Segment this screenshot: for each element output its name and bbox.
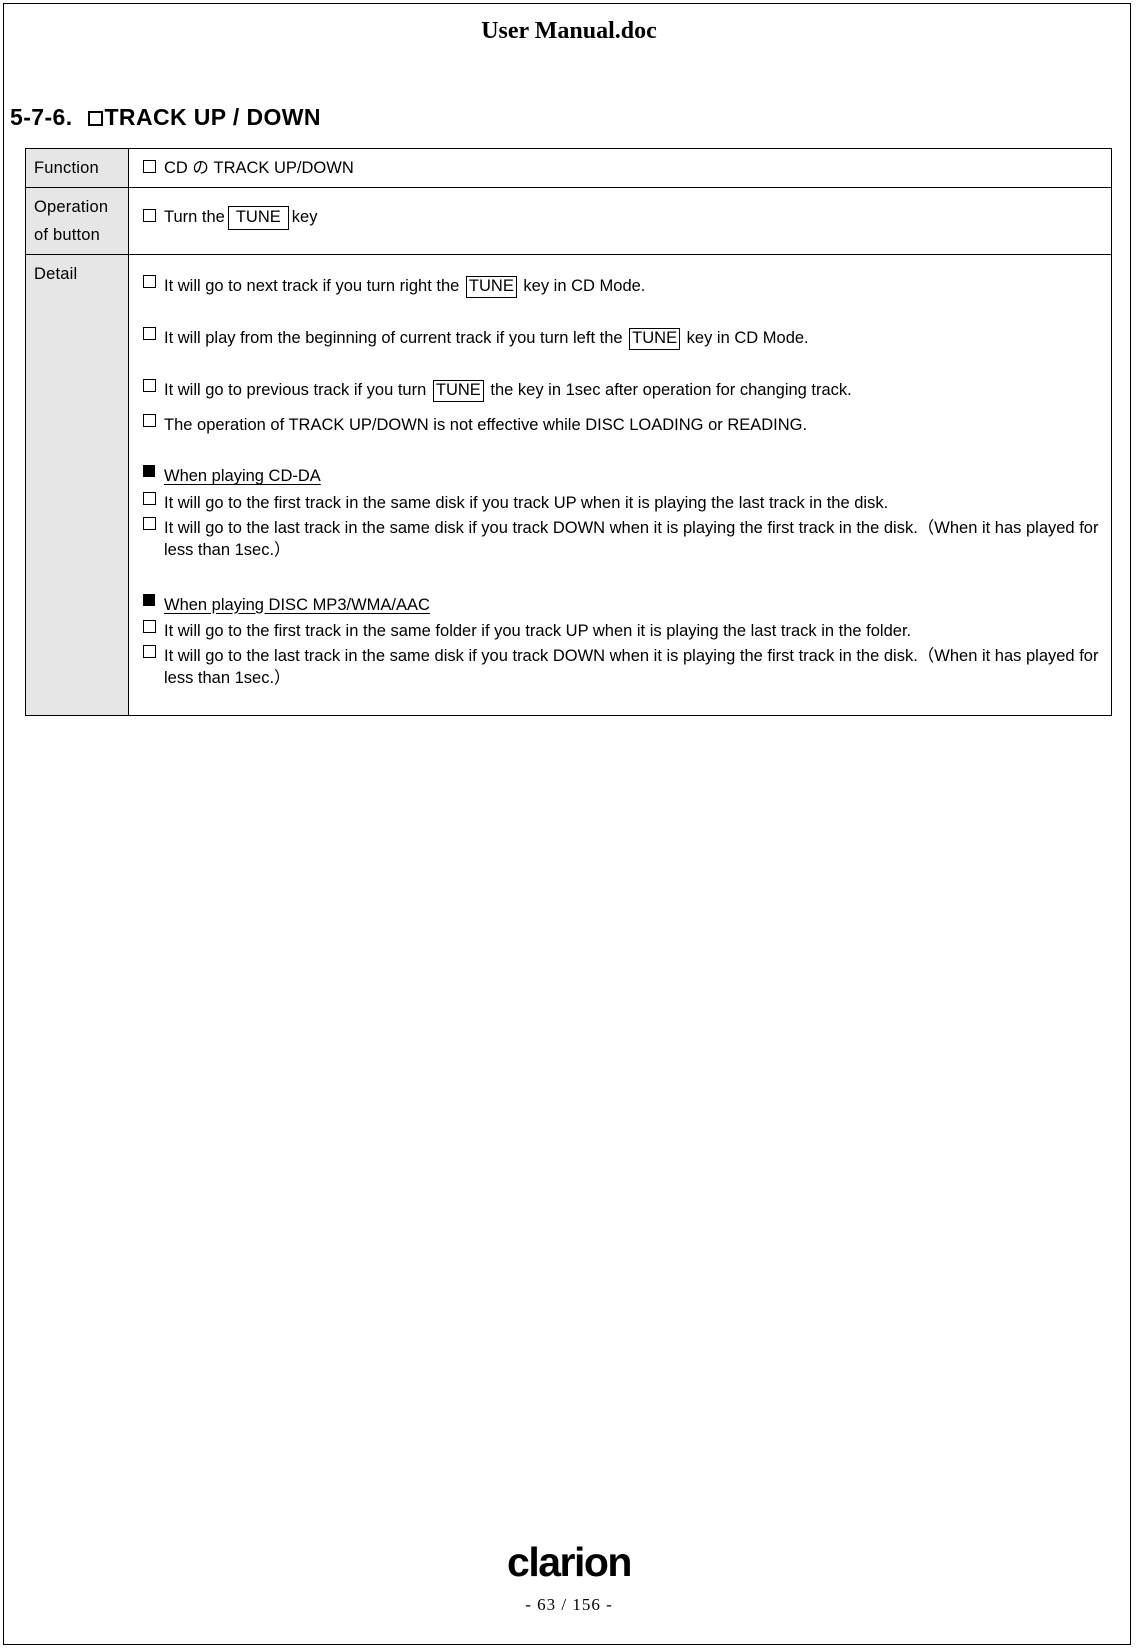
detail-item-1-text: It will go to next track if you turn rig… — [164, 275, 1099, 299]
row-label-operation-line1: Operation — [34, 198, 109, 217]
document-title: User Manual.doc — [481, 18, 657, 44]
filled-square-bullet-icon — [143, 465, 155, 478]
detail-group-1-header: When playing CD-DA — [143, 465, 1099, 487]
function-item-text: CD の TRACK UP/DOWN — [164, 159, 354, 177]
row-label-function: Function — [25, 147, 129, 189]
detail-item-3: It will go to previous track if you turn… — [143, 379, 1099, 403]
table-row-function: Function CD の TRACK UP/DOWN — [25, 147, 1112, 189]
section-number: 5-7-6. — [10, 104, 73, 130]
tune-key-box[interactable]: TUNE — [465, 276, 517, 299]
row-label-operation-line2: of button — [34, 226, 101, 245]
detail-item-2: It will play from the beginning of curre… — [143, 327, 1099, 351]
row-content-operation: Turn the TUNE key — [128, 187, 1112, 256]
empty-checkbox-icon — [143, 160, 156, 173]
detail-group-1-item-2-text: It will go to the last track in the same… — [164, 518, 1099, 560]
detail-group-2-item-2-text: It will go to the last track in the same… — [164, 647, 1099, 688]
detail-group-1-title: When playing CD-DA — [164, 467, 321, 486]
empty-checkbox-icon — [143, 619, 156, 633]
detail-item-3-text: It will go to previous track if you turn… — [164, 379, 1099, 403]
detail-group-2-item-2: It will go to the last track in the same… — [143, 645, 1099, 690]
detail-item-2-before: It will play from the beginning of curre… — [164, 329, 623, 348]
tune-key-box[interactable]: TUNE — [227, 206, 289, 231]
empty-checkbox-icon — [143, 327, 156, 341]
function-item: CD の TRACK UP/DOWN — [129, 149, 1111, 187]
page-number: - 63 / 156 - — [525, 1595, 613, 1614]
row-label-detail: Detail — [25, 254, 129, 716]
operation-text-before: Turn the — [164, 208, 225, 227]
empty-checkbox-icon — [88, 111, 104, 126]
empty-checkbox-icon — [143, 645, 156, 659]
detail-item-3-before: It will go to previous track if you turn — [164, 381, 427, 400]
row-content-detail: It will go to next track if you turn rig… — [128, 254, 1112, 716]
detail-group-1-item-1: It will go to the first track in the sam… — [143, 491, 1099, 514]
detail-group-1-item-2: It will go to the last track in the same… — [143, 516, 1099, 562]
tune-key-box[interactable]: TUNE — [629, 328, 681, 351]
empty-checkbox-icon — [143, 414, 156, 428]
empty-checkbox-icon — [143, 209, 156, 223]
detail-body: It will go to next track if you turn rig… — [129, 255, 1111, 714]
table-row-detail: Detail It will go to next track if you t… — [25, 254, 1112, 716]
detail-group-2-title: When playing DISC MP3/WMA/AAC — [164, 595, 430, 614]
detail-item-4-text: The operation of TRACK UP/DOWN is not ef… — [164, 416, 808, 435]
detail-item-1-before: It will go to next track if you turn rig… — [164, 277, 460, 296]
detail-group-1-item-1-text: It will go to the first track in the sam… — [164, 493, 889, 512]
clarion-logo: clarion — [507, 1539, 632, 1585]
section-title: TRACK UP / DOWN — [104, 104, 321, 130]
table-row-operation: Operation of button Turn the TUNE key — [25, 187, 1112, 256]
filled-square-bullet-icon — [143, 593, 155, 606]
detail-item-4: The operation of TRACK UP/DOWN is not ef… — [143, 414, 1099, 436]
specification-table: Function CD の TRACK UP/DOWN Operation of… — [25, 147, 1112, 716]
tune-key-box[interactable]: TUNE — [432, 380, 484, 403]
detail-item-2-after: key in CD Mode. — [686, 329, 809, 348]
row-label-operation: Operation of button — [25, 187, 129, 256]
detail-group-2-item-1: It will go to the first track in the sam… — [143, 619, 1099, 642]
empty-checkbox-icon — [143, 379, 156, 393]
detail-item-1: It will go to next track if you turn rig… — [143, 275, 1099, 299]
detail-item-1-after: key in CD Mode. — [523, 277, 646, 296]
detail-item-2-text: It will play from the beginning of curre… — [164, 327, 1099, 351]
operation-item: Turn the TUNE key — [129, 188, 1111, 248]
section-heading: 5-7-6. TRACK UP / DOWN — [10, 104, 321, 131]
empty-checkbox-icon — [143, 491, 156, 505]
detail-group-2-item-1-text: It will go to the first track in the sam… — [164, 621, 912, 640]
row-content-function: CD の TRACK UP/DOWN — [128, 147, 1112, 189]
detail-item-3-after: the key in 1sec after operation for chan… — [490, 381, 852, 400]
operation-text-after: key — [291, 208, 318, 227]
detail-group-2-header: When playing DISC MP3/WMA/AAC — [143, 593, 1099, 616]
empty-checkbox-icon — [143, 516, 156, 530]
empty-checkbox-icon — [143, 275, 156, 289]
